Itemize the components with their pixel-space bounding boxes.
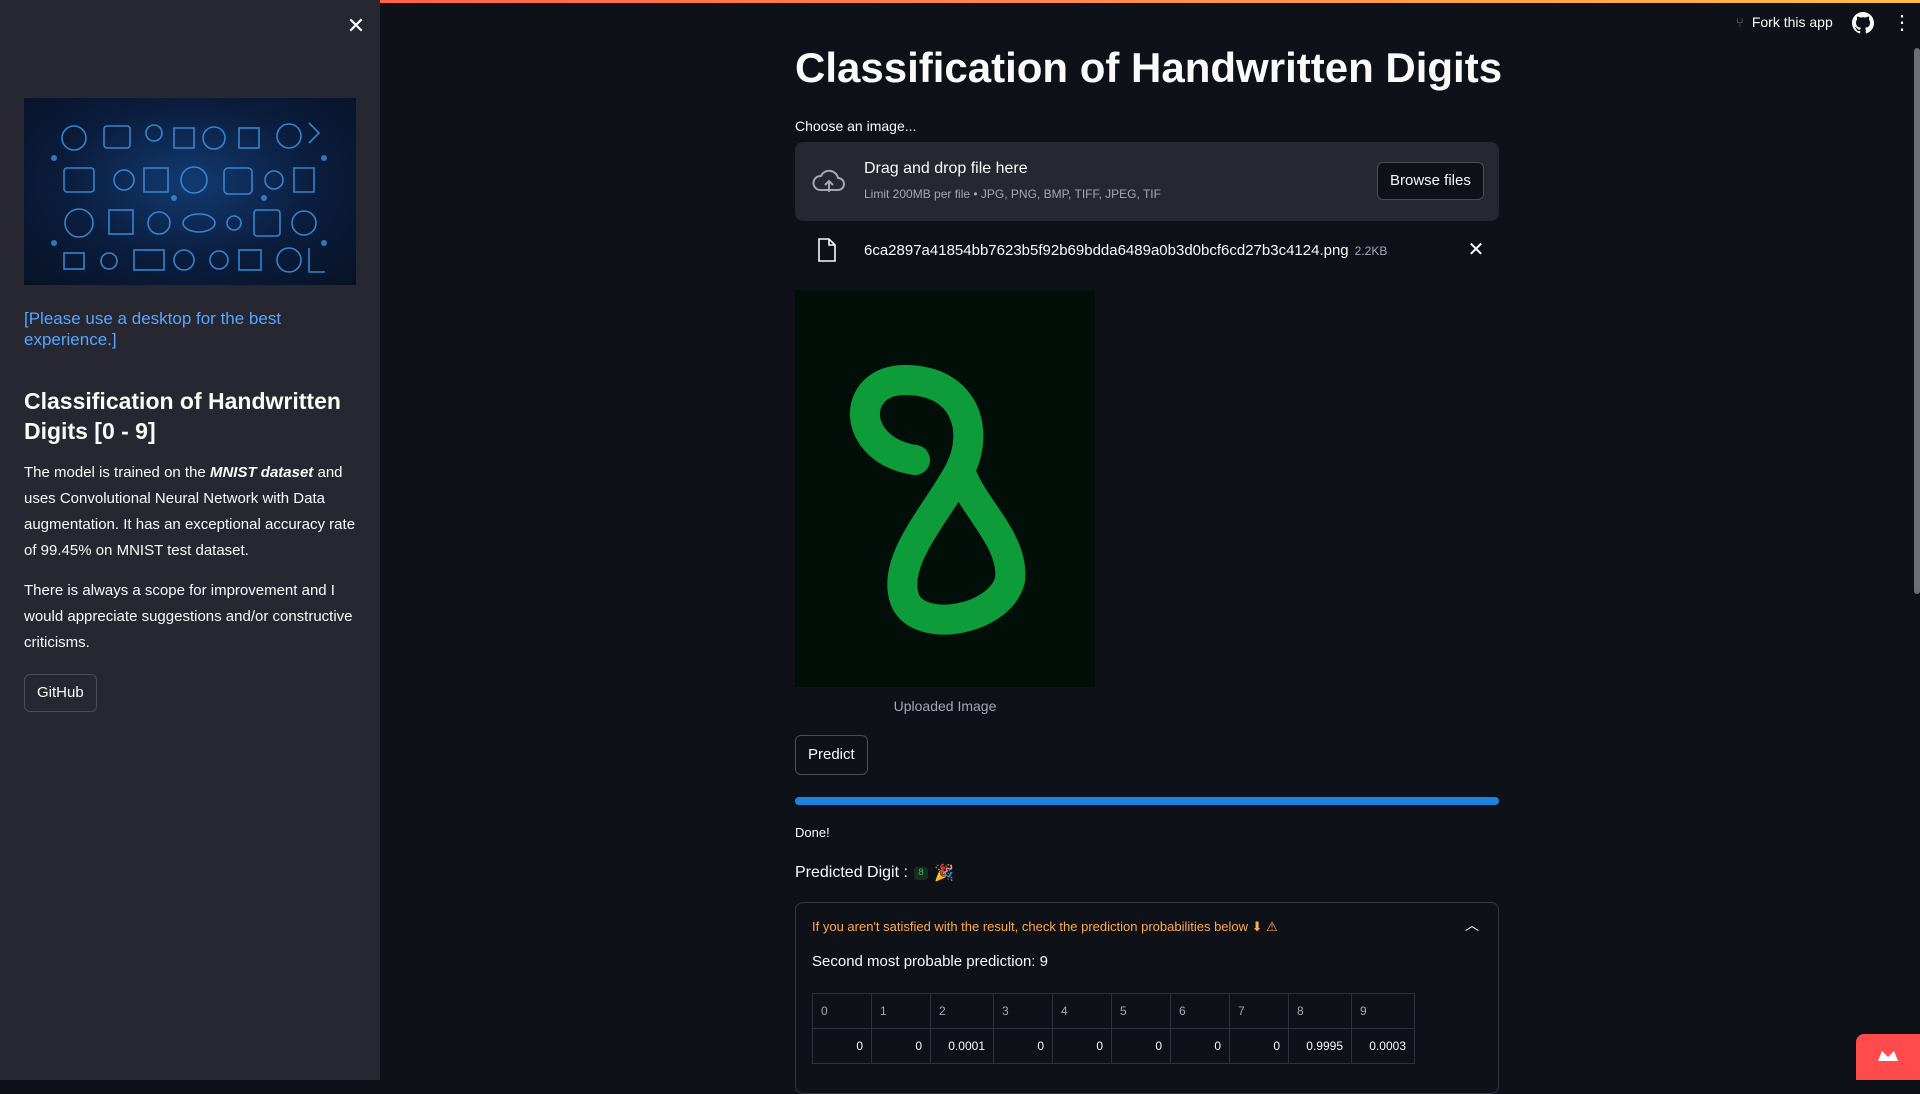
table-header-cell: 6 xyxy=(1170,993,1230,1029)
sidebar-banner-image xyxy=(24,98,356,285)
table-header-cell: 0 xyxy=(812,993,872,1029)
expander-header[interactable]: If you aren't satisfied with the result,… xyxy=(812,919,1278,935)
table-row: 0 0 0.0001 0 0 0 0 0 0.9995 0.0003 xyxy=(812,1028,1415,1064)
table-header-cell: 2 xyxy=(930,993,994,1029)
fork-icon: ⑂ xyxy=(1736,14,1744,30)
github-button[interactable]: GitHub xyxy=(24,674,97,712)
page-title: Classification of Handwritten Digits xyxy=(795,44,1503,91)
table-cell: 0 xyxy=(812,1028,872,1064)
close-icon[interactable]: ✕ xyxy=(344,14,368,38)
fork-label: Fork this app xyxy=(1751,14,1833,30)
crown-icon xyxy=(1878,1051,1898,1061)
table-cell: 0 xyxy=(993,1028,1053,1064)
party-popper-icon: 🎉 xyxy=(933,865,954,882)
table-header-cell: 8 xyxy=(1288,993,1352,1029)
status-text: Done! xyxy=(795,825,830,840)
table-cell: 0 xyxy=(1229,1028,1289,1064)
uploaded-digit-image xyxy=(795,290,1095,687)
table-header-cell: 1 xyxy=(871,993,931,1029)
table-header-row: 0123456789 xyxy=(812,993,1415,1029)
table-cell: 0 xyxy=(1111,1028,1171,1064)
uploaded-file-row: 6ca2897a41854bb7623b5f92b69bdda6489a0b3d… xyxy=(795,236,1499,266)
progress-fill xyxy=(795,797,1499,805)
uploader-label: Choose an image... xyxy=(795,118,917,134)
sidebar-description: The model is trained on the MNIST datase… xyxy=(24,460,364,564)
table-cell: 0.0001 xyxy=(930,1028,994,1064)
description-text-1: The model is trained on the xyxy=(24,464,210,481)
browse-files-button[interactable]: Browse files xyxy=(1377,162,1484,200)
uploaded-file-name: 6ca2897a41854bb7623b5f92b69bdda6489a0b3d… xyxy=(864,242,1387,259)
sidebar-feedback-text: There is always a scope for improvement … xyxy=(24,582,353,651)
github-icon[interactable] xyxy=(1852,12,1874,34)
table-cell: 0 xyxy=(1170,1028,1230,1064)
table-header-cell: 9 xyxy=(1351,993,1415,1029)
desktop-notice-link[interactable]: [Please use a desktop for the best exper… xyxy=(24,308,354,350)
table-header-cell: 5 xyxy=(1111,993,1171,1029)
predicted-digit: 8 xyxy=(913,866,928,880)
streamlit-crown-badge[interactable] xyxy=(1856,1034,1920,1080)
table-header-cell: 7 xyxy=(1229,993,1289,1029)
table-header-cell: 4 xyxy=(1052,993,1112,1029)
dropzone-limit: Limit 200MB per file • JPG, PNG, BMP, TI… xyxy=(864,187,1161,201)
file-size: 2.2KB xyxy=(1354,244,1388,258)
prediction-label: Predicted Digit : xyxy=(795,864,908,881)
table-cell: 0.9995 xyxy=(1288,1028,1352,1064)
scrollbar[interactable] xyxy=(1914,48,1920,594)
table-cell: 0 xyxy=(1052,1028,1112,1064)
remove-file-icon[interactable]: ✕ xyxy=(1464,238,1488,262)
dropzone-instructions: Drag and drop file here xyxy=(864,160,1028,177)
sidebar: ✕ [Please use a desktop for the best exp… xyxy=(0,0,380,1080)
file-name-text: 6ca2897a41854bb7623b5f92b69bdda6489a0b3d… xyxy=(864,242,1349,259)
second-prediction: Second most probable prediction: 9 xyxy=(812,953,1048,970)
predict-button[interactable]: Predict xyxy=(795,735,868,775)
file-dropzone[interactable]: Drag and drop file here Limit 200MB per … xyxy=(795,142,1499,221)
sidebar-title: Classification of Handwritten Digits [0 … xyxy=(24,388,341,444)
image-caption: Uploaded Image xyxy=(893,698,997,714)
table-header-cell: 3 xyxy=(993,993,1053,1029)
description-emphasis: MNIST dataset xyxy=(209,464,314,481)
probabilities-table: 0123456789 0 0 0.0001 0 0 0 0 0 0.9995 0.0003 xyxy=(812,993,1415,1064)
chevron-up-icon[interactable]: ︿ xyxy=(1462,915,1482,935)
prediction-result: Predicted Digit : 8 🎉 xyxy=(795,863,954,883)
fork-app-link[interactable]: ⑂ Fork this app xyxy=(1736,14,1833,30)
probabilities-expander[interactable]: If you aren't satisfied with the result,… xyxy=(795,902,1499,1094)
progress-bar xyxy=(795,797,1499,805)
table-cell: 0.0003 xyxy=(1351,1028,1415,1064)
cloud-upload-icon xyxy=(812,169,845,192)
main-menu-icon[interactable]: ⋮ xyxy=(1892,12,1912,34)
file-icon xyxy=(818,238,836,262)
table-cell: 0 xyxy=(871,1028,931,1064)
